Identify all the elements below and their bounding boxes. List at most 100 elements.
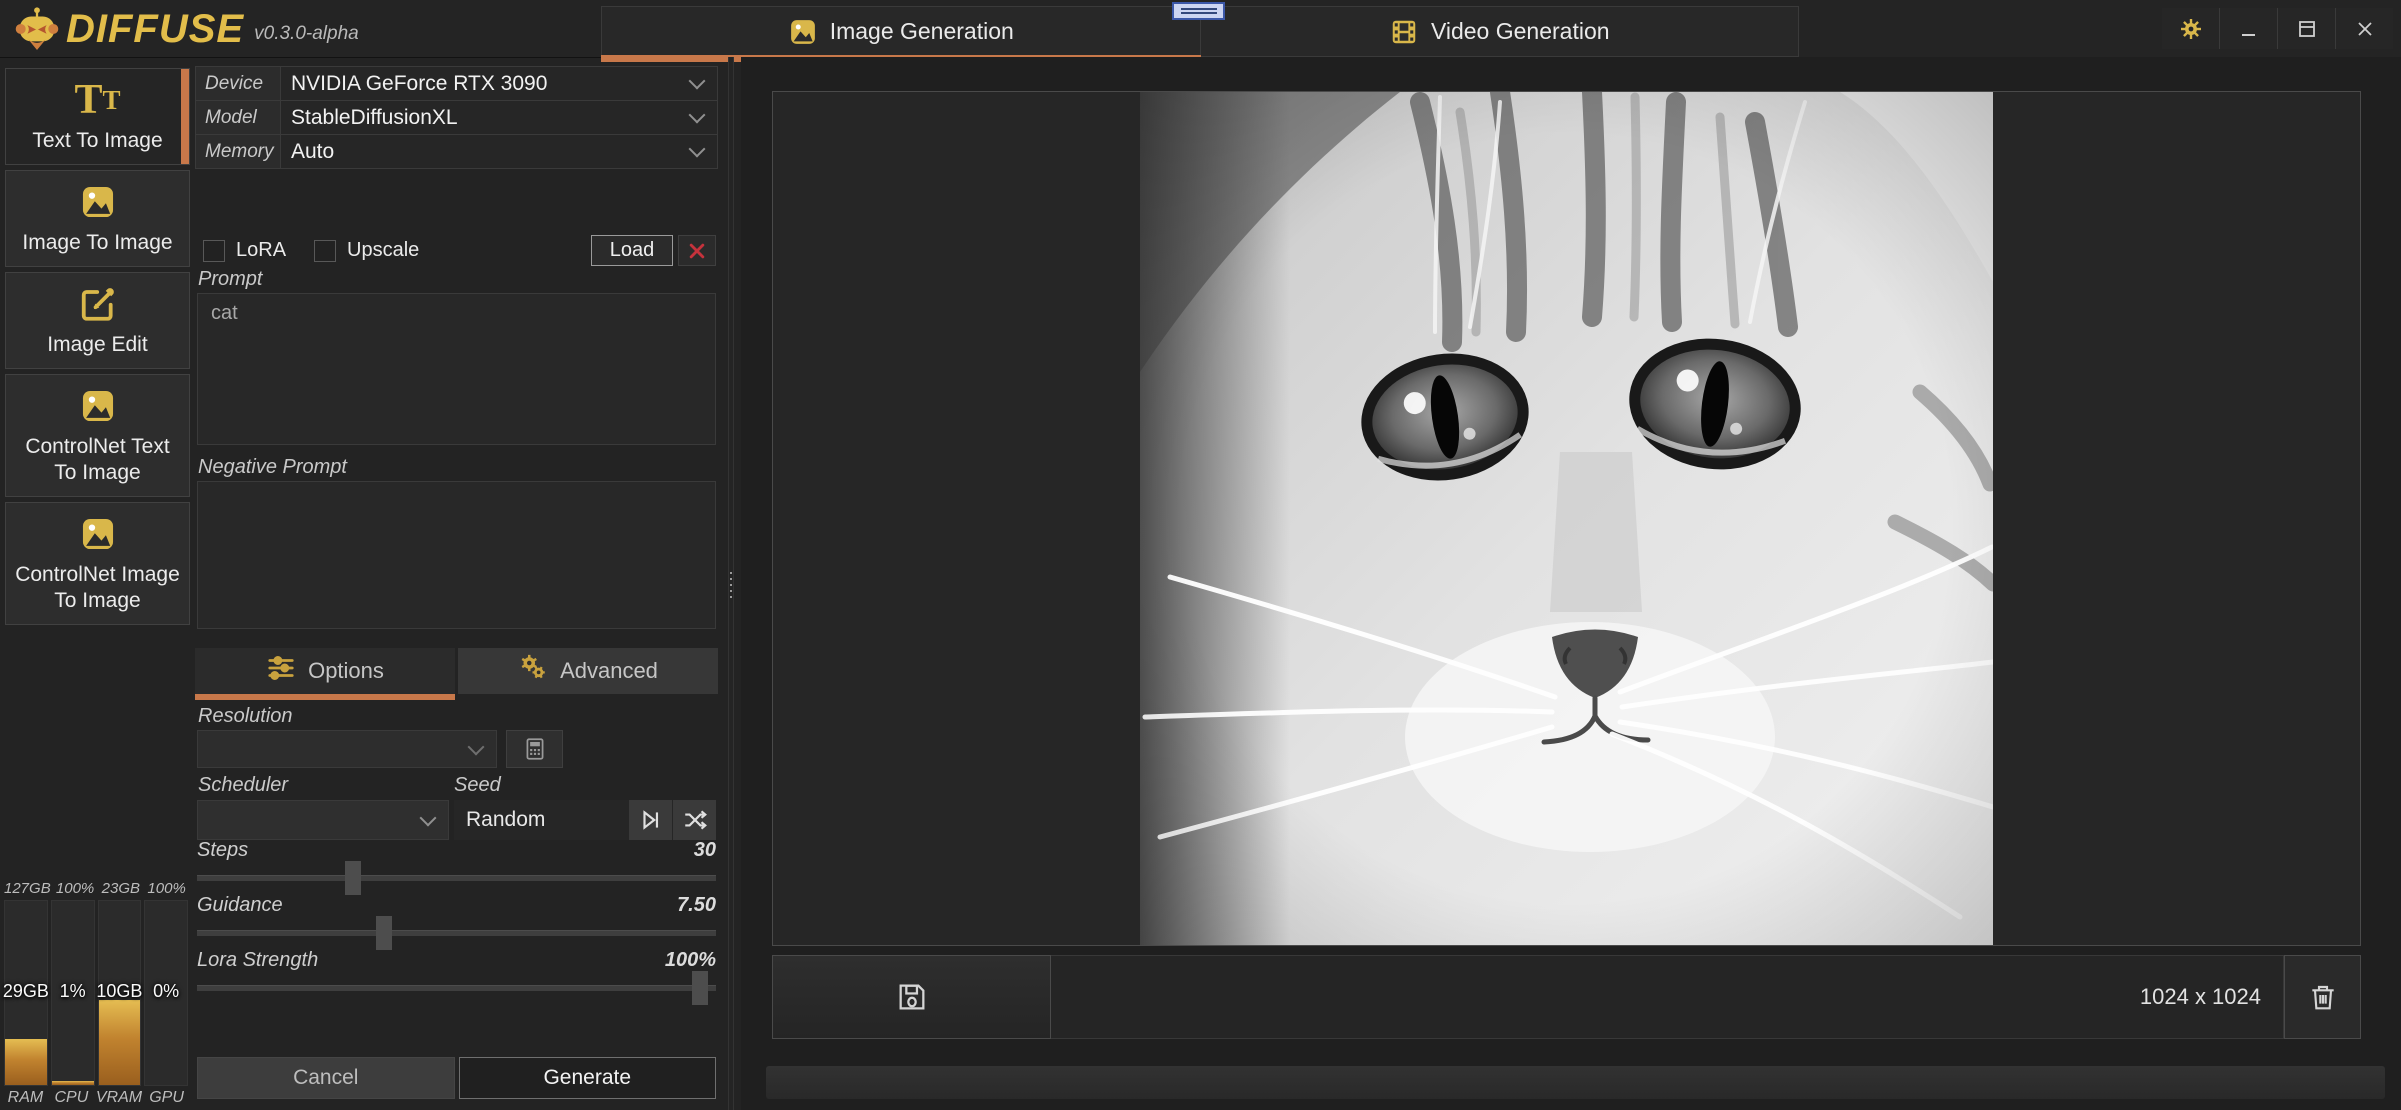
image-icon (79, 181, 117, 221)
meter-name-cpu: CPU (50, 1086, 93, 1108)
slider-track[interactable] (197, 930, 716, 936)
cancel-button[interactable]: Cancel (197, 1057, 455, 1099)
unload-model-button[interactable] (678, 235, 716, 266)
chevron-down-icon (689, 107, 706, 124)
meter-fill (99, 1000, 141, 1085)
seed-reuse-button[interactable] (628, 800, 672, 840)
scheduler-label: Scheduler (198, 774, 288, 797)
sidebar-item-controlnet-image-to-image[interactable]: ControlNet Image To Image (5, 502, 190, 625)
config-row-memory: MemoryAuto (196, 135, 717, 168)
image-edit-icon (79, 283, 117, 323)
diffuse-app: { "app": {"name": "DIFFUSE", "version": … (0, 0, 2401, 1110)
load-model-button[interactable]: Load (591, 235, 673, 266)
slider-lora-strength: Lora Strength100% (197, 949, 716, 1004)
delete-image-button[interactable] (2284, 955, 2361, 1039)
memory-select[interactable]: Auto (281, 135, 717, 168)
meter-value: 29GB (1, 981, 51, 1002)
prompt-input[interactable]: cat (197, 293, 716, 445)
resolution-label: Resolution (198, 705, 293, 728)
parameter-sliders: Steps30Guidance7.50Lora Strength100% (197, 839, 716, 1004)
seed-randomize-button[interactable] (672, 800, 716, 840)
lora-checkbox-label: LoRA (236, 239, 286, 262)
splitter-dots-icon (729, 572, 733, 598)
slider-label: Lora Strength (197, 949, 318, 972)
meter-value: 1% (48, 981, 98, 1002)
meter-bar-ram: 29GB (4, 900, 48, 1086)
selected-value: StableDiffusionXL (291, 106, 458, 130)
skip-next-icon (638, 807, 664, 833)
config-row-device: Device NVIDIA GeForce RTX 3090 (196, 67, 717, 101)
minimize-button[interactable] (2219, 8, 2277, 49)
model-select[interactable]: StableDiffusionXL (281, 101, 717, 134)
save-icon (895, 980, 929, 1014)
meter-max-gpu: 100% (145, 878, 188, 900)
action-buttons: Cancel Generate (197, 1057, 716, 1099)
subtab-options[interactable]: Options (195, 648, 455, 694)
tab-video-generation[interactable]: Video Generation (1201, 7, 1799, 56)
negative-prompt-input[interactable] (197, 481, 716, 629)
seed-input[interactable]: Random (454, 800, 628, 840)
window-controls (2162, 8, 2393, 49)
chevron-down-icon (468, 738, 485, 755)
close-button[interactable] (2335, 8, 2393, 49)
film-icon (1389, 17, 1419, 47)
subtab-advanced[interactable]: Advanced (458, 648, 718, 694)
slider-label: Steps (197, 839, 248, 862)
sidebar-item-image-edit[interactable]: Image Edit (5, 272, 190, 369)
slider-value: 7.50 (677, 894, 716, 917)
panel-splitter[interactable] (728, 57, 734, 1110)
sidebar-item-image-to-image[interactable]: Image To Image (5, 170, 190, 267)
image-icon (788, 17, 818, 47)
trash-icon (2307, 981, 2339, 1013)
prompt-label: Prompt (198, 268, 262, 291)
sidebar-item-label: Image To Image (22, 230, 172, 256)
maximize-button[interactable] (2277, 8, 2335, 49)
titlebar: DIFFUSE v0.3.0-alpha Image GenerationVid… (0, 0, 2401, 58)
slider-handle[interactable] (376, 916, 392, 950)
generate-button[interactable]: Generate (459, 1057, 717, 1099)
image-icon (79, 385, 117, 425)
app-title: DIFFUSE (66, 7, 244, 51)
settings-panel: Device NVIDIA GeForce RTX 3090 ModelStable… (195, 60, 718, 1110)
meter-bar-vram: 10GB (98, 900, 142, 1086)
resolution-select[interactable] (197, 730, 497, 768)
settings-button[interactable] (2162, 8, 2219, 49)
meter-name-row: RAMCPUVRAMGPU (4, 1086, 188, 1108)
meter-bar-gpu: 0% (144, 900, 188, 1086)
mode-sidebar: TTText To ImageImage To ImageImage EditC… (5, 68, 190, 625)
tab-label: Video Generation (1431, 18, 1610, 45)
sliders-icon (266, 653, 296, 689)
generated-image-canvas (772, 91, 2361, 946)
lora-checkbox[interactable] (203, 240, 225, 262)
sidebar-item-controlnet-text-to-image[interactable]: ControlNet Text To Image (5, 374, 190, 497)
save-image-button[interactable] (772, 955, 1051, 1039)
meter-max-cpu: 100% (54, 878, 97, 900)
slider-track[interactable] (197, 875, 716, 881)
meter-bar-cpu: 1% (51, 900, 95, 1086)
tab-image-generation[interactable]: Image Generation (602, 7, 1201, 56)
generated-cat-image (1140, 92, 1993, 945)
scheduler-select[interactable] (197, 800, 449, 840)
meter-max-vram: 23GB (99, 878, 142, 900)
slider-value: 30 (694, 839, 716, 862)
config-row-label: Device (196, 67, 281, 100)
resource-meters: 127GB100%23GB100% 29GB1%10GB0% RAMCPUVRA… (4, 878, 188, 1108)
sidebar-item-label: Text To Image (32, 128, 162, 154)
negative-prompt-label: Negative Prompt (198, 456, 347, 479)
meter-fill (5, 1039, 47, 1085)
slider-handle[interactable] (345, 861, 361, 895)
selected-value: NVIDIA GeForce RTX 3090 (291, 72, 547, 96)
close-icon (2353, 17, 2377, 41)
slider-track[interactable] (197, 985, 716, 991)
meter-max-ram: 127GB (4, 878, 51, 900)
slider-handle[interactable] (692, 971, 708, 1005)
selected-value: Auto (291, 140, 334, 164)
resolution-calculator-button[interactable] (506, 730, 563, 768)
config-row-model: ModelStableDiffusionXL (196, 101, 717, 135)
meter-name-ram: RAM (4, 1086, 47, 1108)
upscale-checkbox[interactable] (314, 240, 336, 262)
meter-name-vram: VRAM (96, 1086, 142, 1108)
sidebar-item-text-to-image[interactable]: TTText To Image (5, 68, 190, 165)
device-select[interactable]: NVIDIA GeForce RTX 3090 (281, 67, 717, 100)
splitter-grip-handle[interactable] (1172, 2, 1225, 20)
